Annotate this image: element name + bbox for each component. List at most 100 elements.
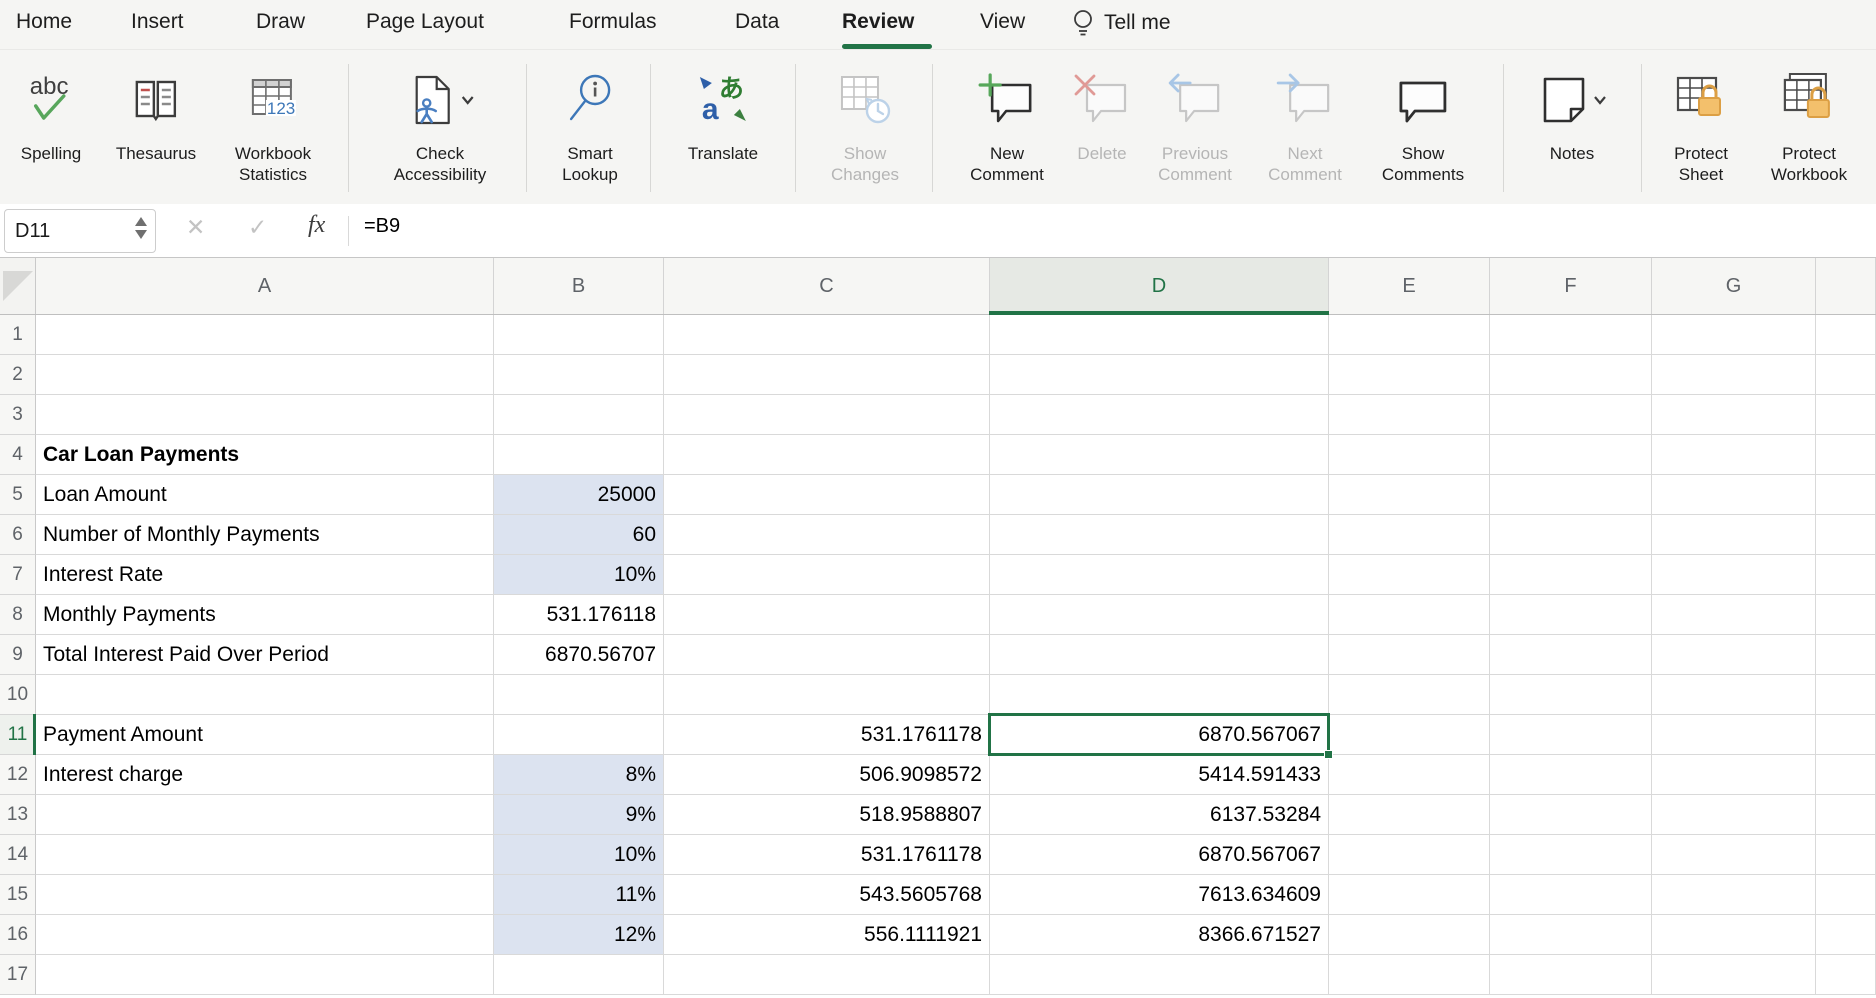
cell-C6[interactable]: [664, 515, 990, 555]
tab-view[interactable]: View: [980, 10, 1025, 34]
row-header-12[interactable]: 12: [0, 755, 36, 795]
cell-G16[interactable]: [1652, 915, 1816, 955]
cancel-button[interactable]: ✕: [186, 214, 205, 241]
cell-E1[interactable]: [1329, 315, 1490, 355]
cell-A5[interactable]: Loan Amount: [36, 475, 494, 515]
cell-G12[interactable]: [1652, 755, 1816, 795]
cell-A10[interactable]: [36, 675, 494, 715]
cell-D11[interactable]: 6870.567067: [990, 715, 1329, 755]
cell-E12[interactable]: [1329, 755, 1490, 795]
cell-A4[interactable]: Car Loan Payments: [36, 435, 494, 475]
row-header-17[interactable]: 17: [0, 955, 36, 995]
name-box-stepper[interactable]: [135, 217, 147, 239]
cell-D6[interactable]: [990, 515, 1329, 555]
cell-C14[interactable]: 531.1761178: [664, 835, 990, 875]
cell-E2[interactable]: [1329, 355, 1490, 395]
cell-partial-2[interactable]: [1816, 355, 1876, 395]
cell-B14[interactable]: 10%: [494, 835, 664, 875]
cell-partial-9[interactable]: [1816, 635, 1876, 675]
cell-A17[interactable]: [36, 955, 494, 995]
cell-F17[interactable]: [1490, 955, 1652, 995]
cell-F10[interactable]: [1490, 675, 1652, 715]
cell-B3[interactable]: [494, 395, 664, 435]
column-header-B[interactable]: B: [494, 258, 664, 314]
select-all-corner[interactable]: [0, 258, 36, 314]
cell-E5[interactable]: [1329, 475, 1490, 515]
show-changes-button[interactable]: Show Changes: [831, 60, 899, 185]
name-box[interactable]: D11: [4, 209, 156, 253]
row-header-16[interactable]: 16: [0, 915, 36, 955]
cell-G8[interactable]: [1652, 595, 1816, 635]
cell-E13[interactable]: [1329, 795, 1490, 835]
cell-A3[interactable]: [36, 395, 494, 435]
cell-G6[interactable]: [1652, 515, 1816, 555]
cell-G4[interactable]: [1652, 435, 1816, 475]
row-header-9[interactable]: 9: [0, 635, 36, 675]
cell-partial-16[interactable]: [1816, 915, 1876, 955]
column-header-F[interactable]: F: [1490, 258, 1652, 314]
thesaurus-button[interactable]: Thesaurus: [116, 60, 196, 164]
cell-D16[interactable]: 8366.671527: [990, 915, 1329, 955]
cell-G15[interactable]: [1652, 875, 1816, 915]
notes-button[interactable]: Notes: [1535, 60, 1609, 164]
cell-D2[interactable]: [990, 355, 1329, 395]
cell-C16[interactable]: 556.1111921: [664, 915, 990, 955]
cell-E16[interactable]: [1329, 915, 1490, 955]
delete-comment-button[interactable]: Delete: [1073, 60, 1131, 164]
tab-review[interactable]: Review: [842, 10, 914, 34]
new-comment-button[interactable]: New Comment: [970, 60, 1044, 185]
cell-A2[interactable]: [36, 355, 494, 395]
tell-me-button[interactable]: Tell me: [1072, 8, 1171, 38]
cell-G9[interactable]: [1652, 635, 1816, 675]
cell-B2[interactable]: [494, 355, 664, 395]
show-comments-button[interactable]: Show Comments: [1382, 60, 1464, 185]
cell-D13[interactable]: 6137.53284: [990, 795, 1329, 835]
column-header-G[interactable]: G: [1652, 258, 1816, 314]
row-header-2[interactable]: 2: [0, 355, 36, 395]
cell-B12[interactable]: 8%: [494, 755, 664, 795]
cell-A1[interactable]: [36, 315, 494, 355]
cell-C17[interactable]: [664, 955, 990, 995]
cell-A6[interactable]: Number of Monthly Payments: [36, 515, 494, 555]
cell-F5[interactable]: [1490, 475, 1652, 515]
cell-G17[interactable]: [1652, 955, 1816, 995]
cell-C4[interactable]: [664, 435, 990, 475]
cell-D17[interactable]: [990, 955, 1329, 995]
cell-D12[interactable]: 5414.591433: [990, 755, 1329, 795]
cell-G14[interactable]: [1652, 835, 1816, 875]
cell-D3[interactable]: [990, 395, 1329, 435]
cell-B9[interactable]: 6870.56707: [494, 635, 664, 675]
workbook-statistics-button[interactable]: 123 Workbook Statistics: [235, 60, 311, 185]
cell-F3[interactable]: [1490, 395, 1652, 435]
cell-D9[interactable]: [990, 635, 1329, 675]
cell-partial-12[interactable]: [1816, 755, 1876, 795]
cell-A16[interactable]: [36, 915, 494, 955]
column-header-partial[interactable]: [1816, 258, 1876, 314]
cell-G1[interactable]: [1652, 315, 1816, 355]
column-header-A[interactable]: A: [36, 258, 494, 314]
cell-G3[interactable]: [1652, 395, 1816, 435]
row-header-1[interactable]: 1: [0, 315, 36, 355]
cell-partial-15[interactable]: [1816, 875, 1876, 915]
insert-function-button[interactable]: fx: [308, 212, 325, 239]
enter-button[interactable]: ✓: [248, 214, 267, 241]
cell-C5[interactable]: [664, 475, 990, 515]
cell-G11[interactable]: [1652, 715, 1816, 755]
row-header-6[interactable]: 6: [0, 515, 36, 555]
row-header-14[interactable]: 14: [0, 835, 36, 875]
cell-D10[interactable]: [990, 675, 1329, 715]
cell-B4[interactable]: [494, 435, 664, 475]
cell-F12[interactable]: [1490, 755, 1652, 795]
cell-partial-7[interactable]: [1816, 555, 1876, 595]
cell-C13[interactable]: 518.9588807: [664, 795, 990, 835]
cell-G5[interactable]: [1652, 475, 1816, 515]
spelling-button[interactable]: abc Spelling: [21, 60, 82, 164]
row-header-4[interactable]: 4: [0, 435, 36, 475]
cell-C7[interactable]: [664, 555, 990, 595]
cell-G2[interactable]: [1652, 355, 1816, 395]
cell-F16[interactable]: [1490, 915, 1652, 955]
cell-G7[interactable]: [1652, 555, 1816, 595]
cell-G10[interactable]: [1652, 675, 1816, 715]
cell-C11[interactable]: 531.1761178: [664, 715, 990, 755]
cell-B1[interactable]: [494, 315, 664, 355]
